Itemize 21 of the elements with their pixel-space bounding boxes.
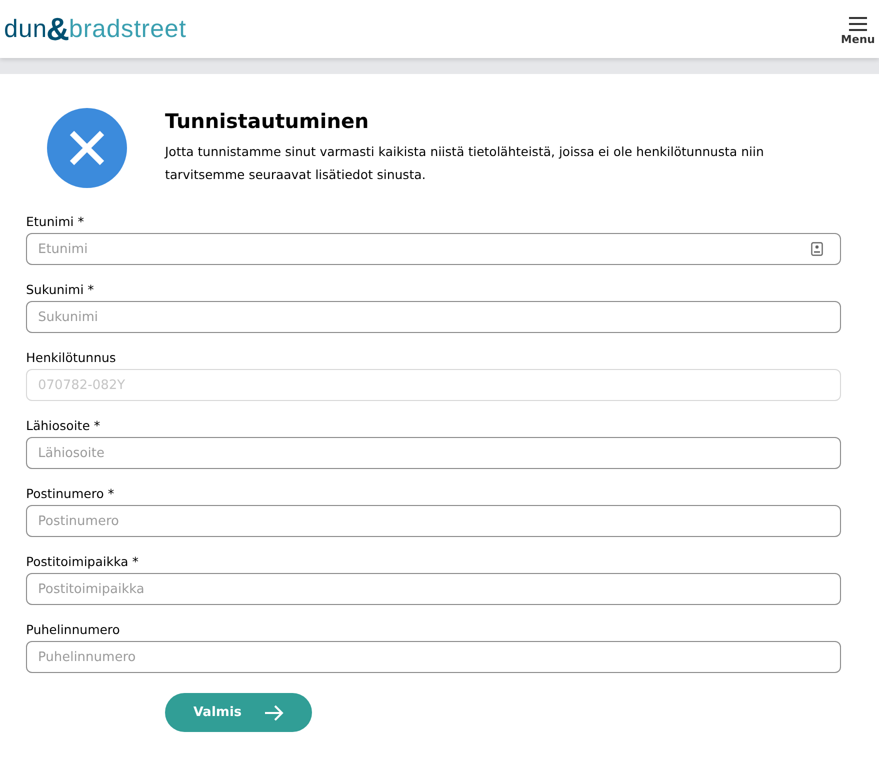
menu-button[interactable]: Menu [840, 10, 875, 48]
field-label: Etunimi * [26, 214, 85, 231]
close-icon [47, 108, 127, 188]
field-label: Puhelinnumero [26, 622, 121, 639]
company-logo[interactable]: dun&bradstreet [4, 13, 186, 45]
contact-card-icon[interactable] [811, 242, 823, 256]
page-title: Tunnistautuminen [165, 108, 370, 134]
input-field[interactable]: Postinumero [26, 505, 841, 537]
intro-text: Jotta tunnistamme sinut varmasti kaikista niistä tietolähteistä, joissa ei ole henkilötunnusta niin tarvitsemme seuraavat lisätiedot sinusta. [165, 143, 765, 184]
input-field[interactable]: Sukunimi [26, 301, 841, 333]
field-label: Postitoimipaikka * [26, 554, 140, 571]
input-field[interactable]: Puhelinnumero [26, 641, 841, 673]
input-field[interactable]: Lähiosoite [26, 437, 841, 469]
input-field[interactable]: Etunimi [26, 233, 841, 265]
field-label: Postinumero * [26, 486, 116, 503]
menu-icon [848, 16, 868, 32]
field-label: Henkilötunnus [26, 350, 117, 367]
field-label: Lähiosoite * [26, 418, 102, 435]
field-label: Sukunimi * [26, 282, 95, 299]
input-field[interactable]: Postitoimipaikka [26, 573, 841, 605]
arrow-right-icon [264, 704, 284, 720]
